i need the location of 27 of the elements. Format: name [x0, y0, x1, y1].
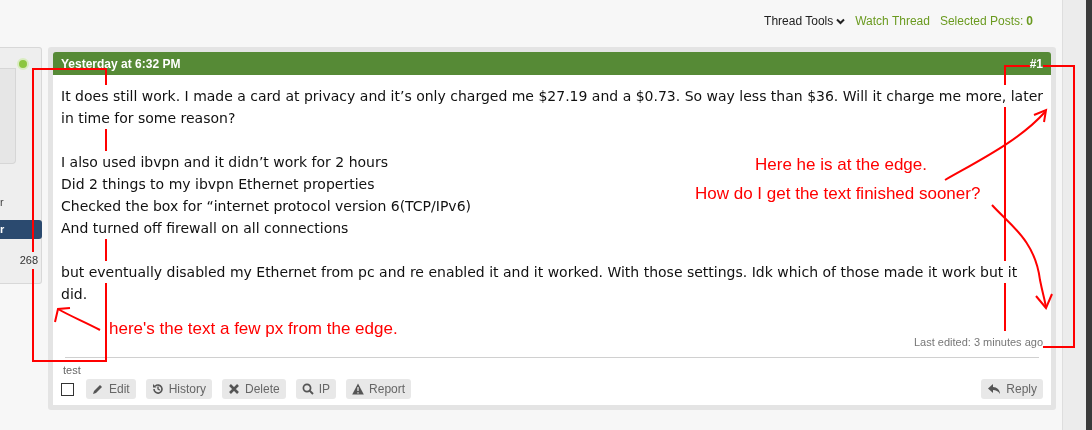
message-count: 268 — [18, 252, 39, 269]
pencil-icon — [92, 383, 104, 395]
post-date: Yesterday at 6:32 PM — [61, 55, 181, 73]
thread-tools-menu[interactable]: Thread Tools — [764, 12, 846, 30]
annotation-arrow — [54, 307, 101, 331]
annotation-note: How do I get the text finished sooner? — [695, 183, 981, 205]
reply-icon — [987, 383, 1002, 395]
annotation-note: here's the text a few px from the edge. — [109, 318, 398, 340]
signature: test — [62, 363, 82, 378]
user-banner: r — [0, 220, 42, 239]
post-action-button[interactable]: Edit — [86, 379, 136, 399]
user-title: r — [0, 197, 4, 208]
reply-button[interactable]: Reply — [981, 379, 1043, 399]
post-action-button[interactable]: Report — [346, 379, 412, 399]
chevron-down-icon — [836, 17, 846, 25]
post-action-button[interactable]: History — [145, 379, 213, 399]
select-checkbox[interactable] — [61, 382, 74, 396]
selected-posts-link[interactable]: Selected Posts: — [939, 12, 1024, 30]
watch-thread-link[interactable]: Watch Thread — [855, 12, 930, 30]
selected-posts-count: 0 — [1026, 13, 1033, 30]
search-icon — [301, 383, 314, 395]
post-action-button[interactable]: Delete — [222, 379, 286, 399]
post-action-button[interactable]: IP — [295, 379, 337, 399]
close-icon — [228, 383, 241, 395]
annotation-note: Here he is at the edge. — [755, 154, 927, 176]
warning-icon — [352, 383, 365, 395]
history-icon — [151, 383, 164, 395]
